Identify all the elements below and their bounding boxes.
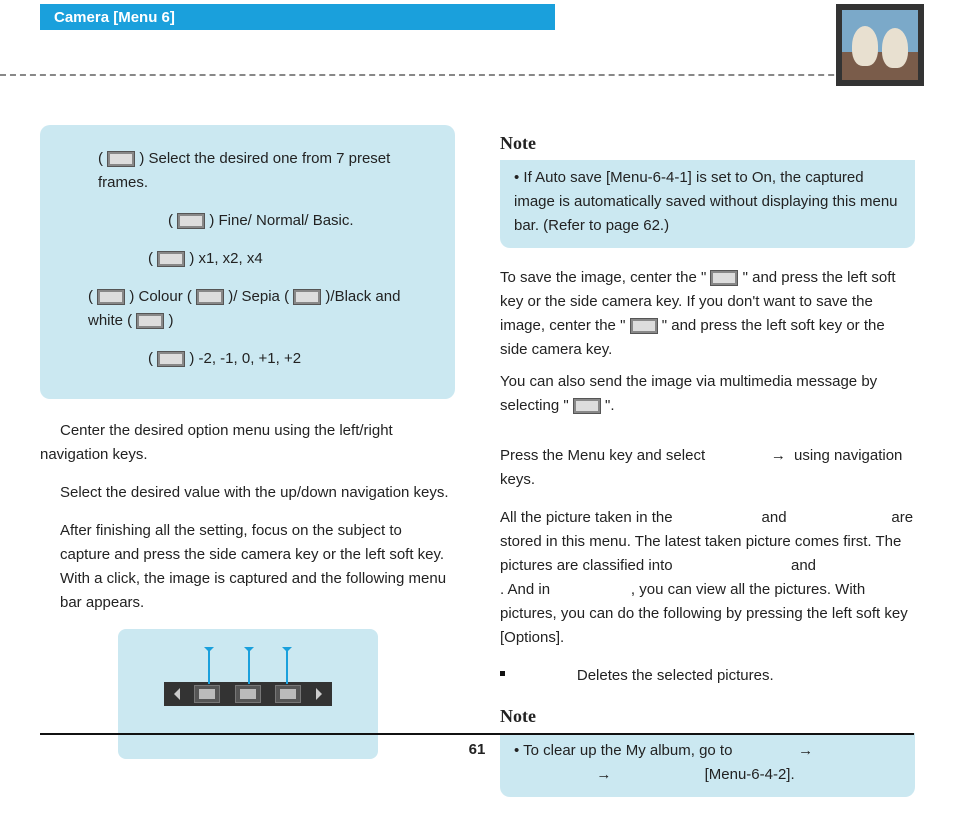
- bullet-line-1: Delete: Deletes the selected pictures.: [500, 664, 915, 688]
- arrow-right-icon: →: [767, 444, 790, 468]
- bw-icon: [136, 313, 164, 329]
- header-title: Camera [Menu 6]: [40, 4, 555, 30]
- text: and: [791, 557, 820, 574]
- arrow-left-icon: [168, 688, 180, 700]
- text: , you can view all the pictures. With pi…: [500, 581, 908, 646]
- divider-dashed: [0, 74, 904, 76]
- text: To save the image, center the ": [500, 269, 706, 286]
- opt-text: ) Fine/ Normal/ Basic.: [209, 212, 353, 229]
- text: Press the Menu key and select: [500, 447, 709, 464]
- bullet-icon: [500, 671, 505, 676]
- paren-open: (: [148, 350, 153, 367]
- right-paragraph-4: All the picture taken in the Take pictur…: [500, 506, 915, 650]
- text: and: [762, 509, 791, 526]
- quality-icon: [177, 213, 205, 229]
- delete-icon: [275, 685, 301, 703]
- send-icon: [573, 398, 601, 414]
- left-paragraph-1: Center the desired option menu using the…: [40, 419, 455, 467]
- right-paragraph-2: You can also send the image via multimed…: [500, 370, 915, 418]
- opt-text: ) x1, x2, x4: [189, 250, 262, 267]
- opt-text: ): [169, 312, 174, 329]
- send-icon: [194, 685, 220, 703]
- arrow-right-icon: [316, 688, 328, 700]
- note-1-body: If Auto save [Menu-6-4-1] is set to On, …: [514, 169, 898, 234]
- save-icon: [235, 685, 261, 703]
- header-bar: Camera [Menu 6]: [0, 4, 954, 30]
- text: Deletes the selected pictures.: [577, 667, 774, 684]
- text: All the picture taken in the: [500, 509, 677, 526]
- corner-photo: [842, 10, 918, 80]
- exposure-icon: [157, 351, 185, 367]
- bullet-dot: •: [514, 169, 523, 186]
- left-column: ( ) Select the desired one from 7 preset…: [40, 125, 455, 815]
- sepia-icon: [293, 289, 321, 305]
- text: ".: [605, 397, 615, 414]
- corner-photo-frame: [836, 4, 924, 86]
- paren-open: (: [168, 212, 173, 229]
- right-paragraph-1: To save the image, center the " " and pr…: [500, 266, 915, 362]
- note-box-1: • If Auto save [Menu-6-4-1] is set to On…: [500, 160, 915, 248]
- paren-open: (: [148, 250, 153, 267]
- note-heading-2: Note: [500, 702, 915, 731]
- callout-line-3: [286, 649, 288, 684]
- opt-zoom: ( ) x1, x2, x4: [58, 247, 437, 271]
- save-icon: [710, 270, 738, 286]
- options-box: ( ) Select the desired one from 7 preset…: [40, 125, 455, 399]
- opt-exposure: ( ) -2, -1, 0, +1, +2: [58, 347, 437, 371]
- right-paragraph-3: Press the Menu key and select Camera → u…: [500, 444, 915, 492]
- opt-preset-frames: ( ) Select the desired one from 7 preset…: [58, 147, 437, 195]
- text: . And in: [500, 581, 553, 598]
- callout-line-2: [248, 649, 250, 684]
- delete-icon: [630, 318, 658, 334]
- right-column: Note • If Auto save [Menu-6-4-1] is set …: [500, 125, 915, 815]
- opt-text: ) Colour (: [129, 288, 192, 305]
- note-heading-1: Note: [500, 129, 915, 158]
- menubar: [164, 682, 332, 706]
- opt-text: ) Select the desired one from 7 preset f…: [98, 150, 390, 191]
- arrow-right-icon: →: [592, 763, 615, 787]
- effect-icon: [97, 289, 125, 305]
- opt-colour: ( ) Colour ( )/ Sepia ( )/Black and whit…: [58, 285, 437, 333]
- zoom-icon: [157, 251, 185, 267]
- page-number: 61: [40, 733, 914, 758]
- text: You can also send the image via multimed…: [500, 373, 877, 414]
- opt-text: ) -2, -1, 0, +1, +2: [189, 350, 301, 367]
- text: [Menu-6-4-2].: [705, 766, 795, 783]
- opt-text: )/ Sepia (: [228, 288, 289, 305]
- left-paragraph-2: Select the desired value with the up/dow…: [40, 481, 455, 505]
- preset-frame-icon: [107, 151, 135, 167]
- callout-line-1: [208, 649, 210, 684]
- paren-open: (: [98, 150, 103, 167]
- colour-icon: [196, 289, 224, 305]
- paren-open: (: [88, 288, 93, 305]
- opt-quality: ( ) Fine/ Normal/ Basic.: [58, 209, 437, 233]
- left-paragraph-3: After finishing all the setting, focus o…: [40, 519, 455, 615]
